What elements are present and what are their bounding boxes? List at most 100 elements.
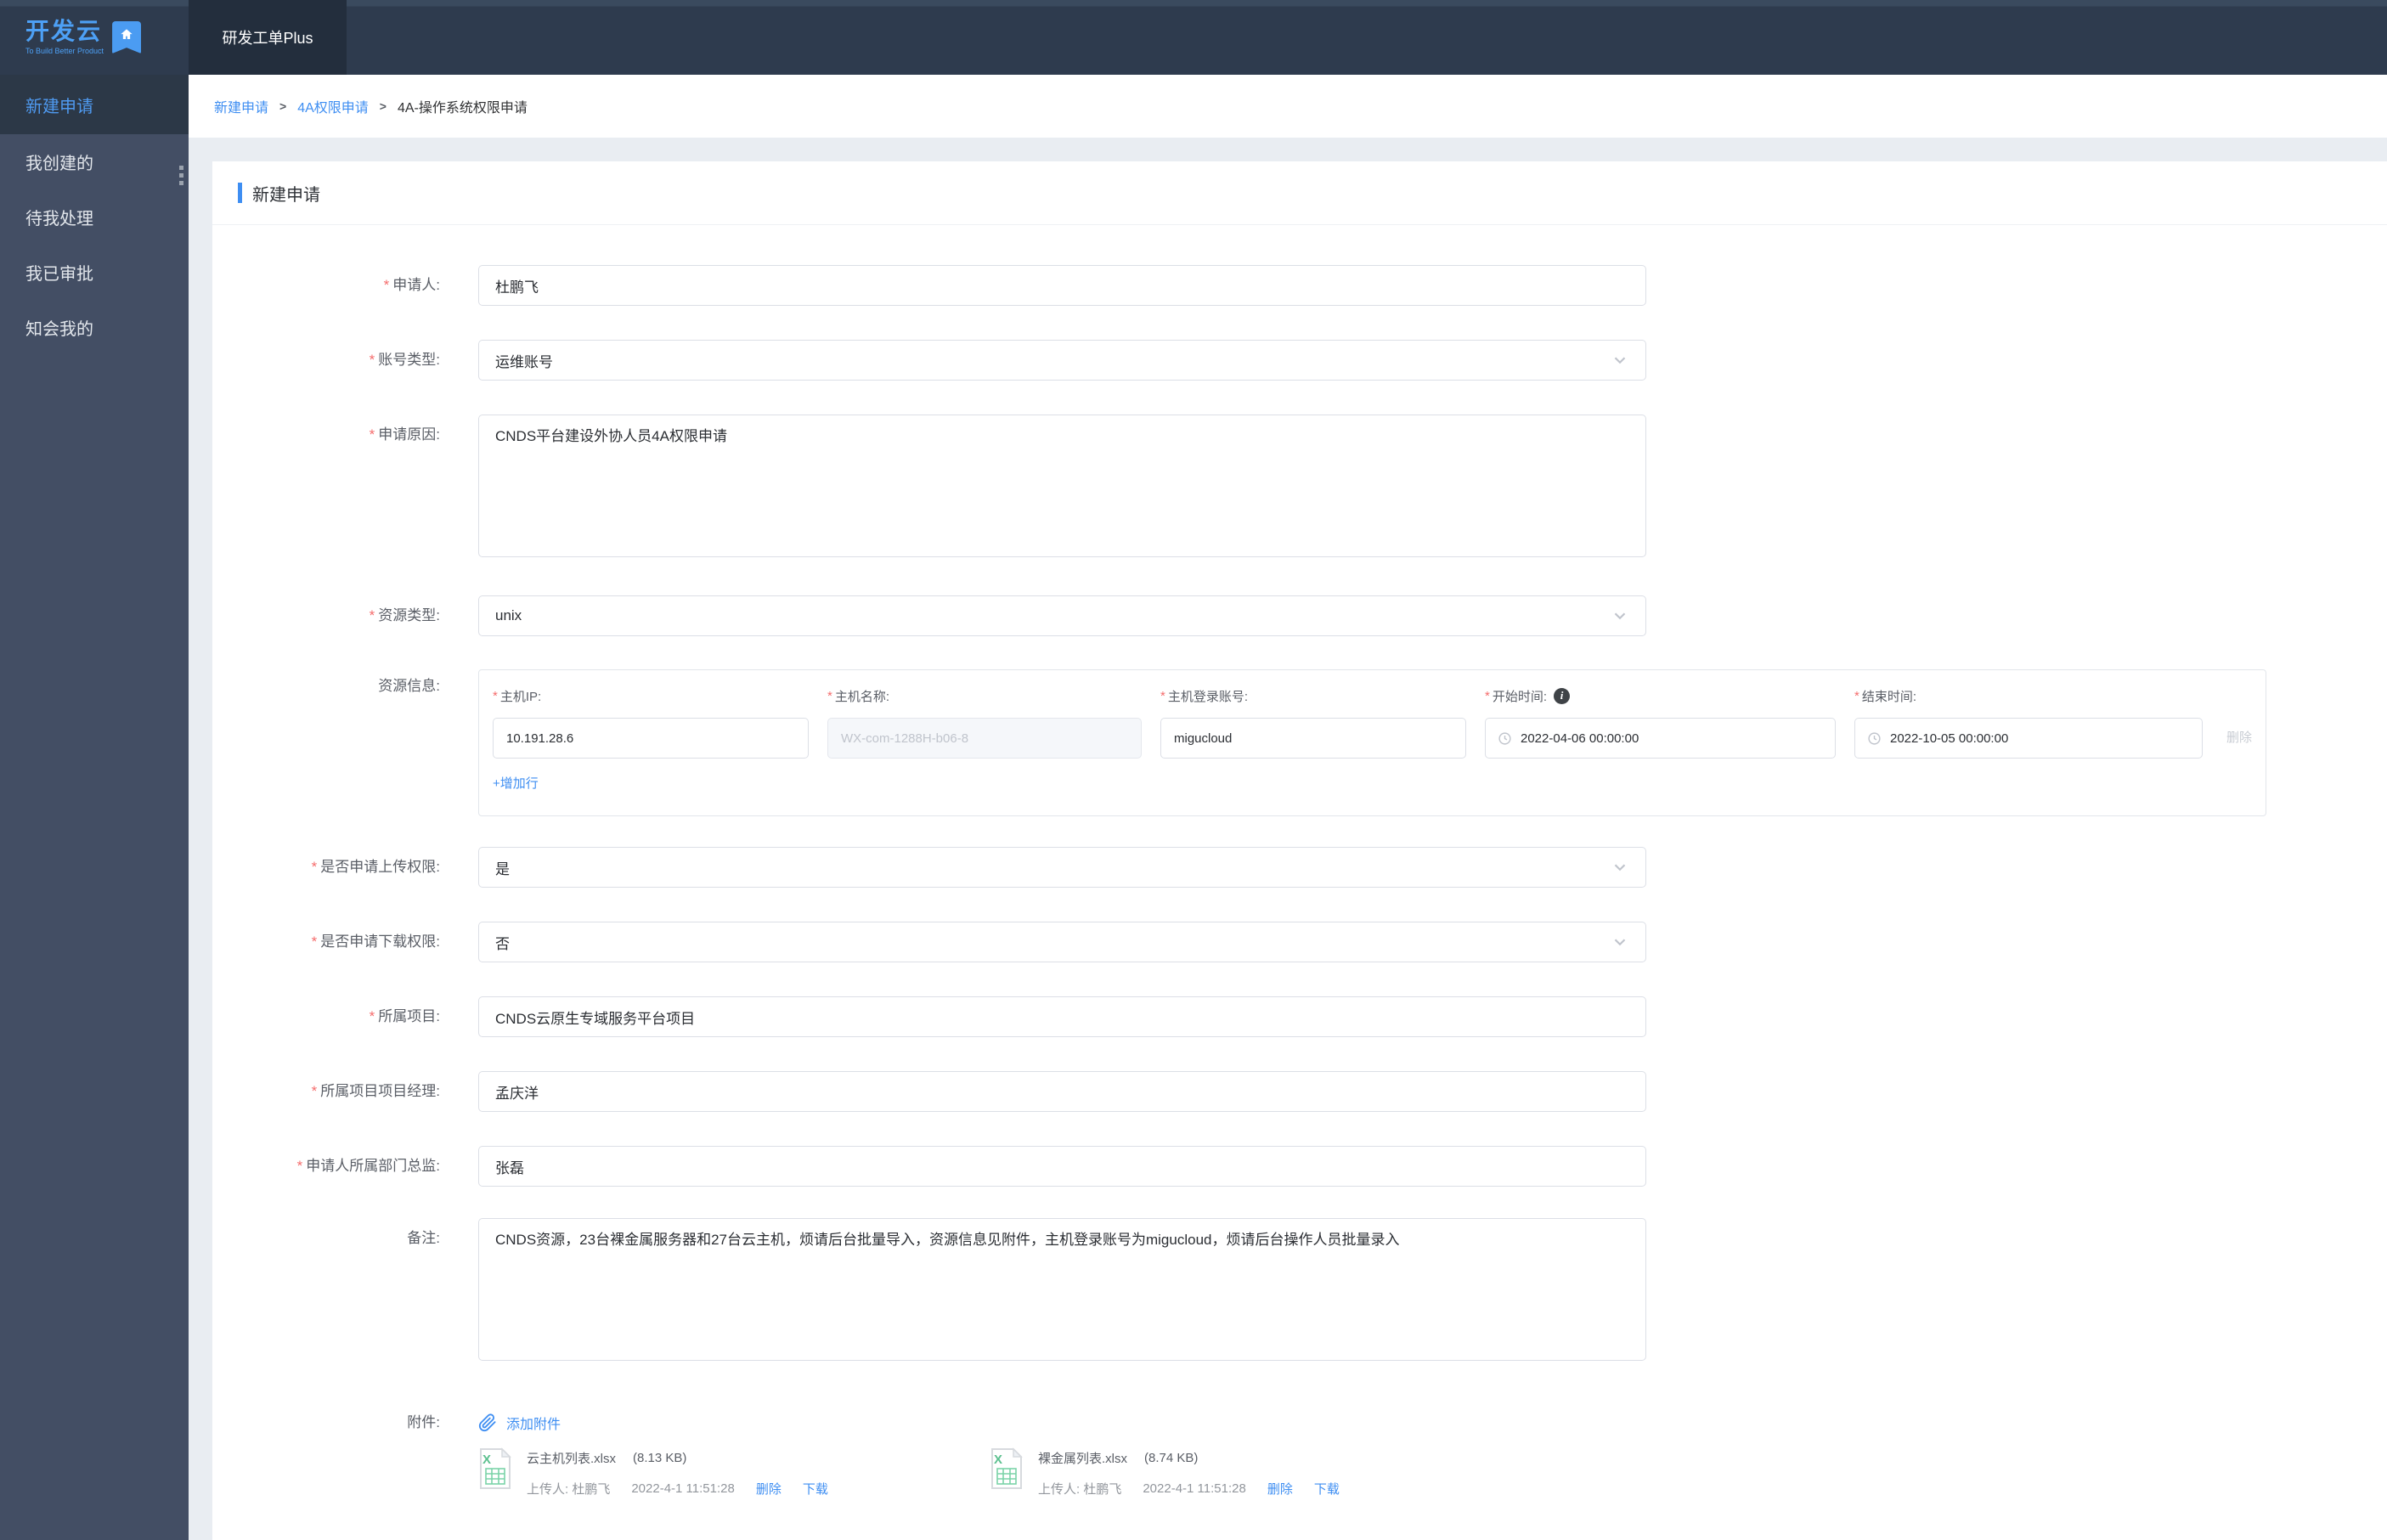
breadcrumb-link-new-application[interactable]: 新建申请 <box>214 96 268 116</box>
sidebar-item-new-application[interactable]: 新建申请 <box>0 75 189 134</box>
project-input[interactable] <box>478 996 1646 1037</box>
sidebar-item-label: 我创建的 <box>25 149 93 174</box>
login-account-input[interactable] <box>1160 718 1466 759</box>
sidebar: 新建申请 我创建的 待我处理 我已审批 知会我的 <box>0 75 189 1540</box>
end-time-label: *结束时间: <box>1854 687 2203 704</box>
host-ip-input[interactable] <box>493 718 809 759</box>
info-icon[interactable]: i <box>1554 688 1570 704</box>
form-card: 新建申请 *申请人: <box>212 161 2387 1540</box>
upload-permission-select[interactable]: 是 <box>478 847 1646 888</box>
row-department-director: *申请人所属部门总监: <box>212 1146 2387 1187</box>
required-mark: * <box>1485 689 1490 703</box>
svg-text:X: X <box>994 1453 1002 1467</box>
host-name-column: *主机名称: <box>827 687 1142 759</box>
required-mark: * <box>312 934 318 950</box>
host-ip-column: *主机IP: <box>493 687 809 759</box>
start-time-value: 2022-04-06 00:00:00 <box>1521 731 1639 746</box>
department-director-label: *申请人所属部门总监: <box>212 1146 478 1187</box>
attachment-file-name[interactable]: 裸金属列表.xlsx <box>1038 1449 1127 1467</box>
sidebar-item-label: 新建申请 <box>25 93 93 117</box>
sidebar-item-label: 我已审批 <box>25 260 93 285</box>
end-time-picker[interactable]: 2022-10-05 00:00:00 <box>1854 718 2203 759</box>
attachment-delete-link[interactable]: 删除 <box>756 1480 782 1498</box>
project-manager-input[interactable] <box>478 1071 1646 1112</box>
row-actions-column: 删除 <box>2221 687 2252 759</box>
download-permission-value: 否 <box>495 932 510 953</box>
remark-textarea[interactable]: CNDS资源，23台裸金属服务器和27台云主机，烦请后台批量导入，资源信息见附件… <box>478 1218 1646 1361</box>
attachments-label: 附件: <box>212 1412 478 1434</box>
tab-label: 研发工单Plus <box>222 26 313 48</box>
house-icon <box>118 26 135 43</box>
account-type-value: 运维账号 <box>495 350 553 371</box>
svg-text:X: X <box>482 1453 491 1467</box>
breadcrumb-current-page: 4A-操作系统权限申请 <box>398 96 528 116</box>
sidebar-item-approved-by-me[interactable]: 我已审批 <box>0 245 189 300</box>
tab-rd-workorder-plus[interactable]: 研发工单Plus <box>189 0 347 75</box>
resource-type-value: unix <box>495 607 522 624</box>
required-mark: * <box>493 689 498 703</box>
applicant-label: *申请人: <box>212 265 478 306</box>
attachment-upload-time: 2022-4-1 11:51:28 <box>1143 1481 1246 1496</box>
sidebar-resize-handle[interactable] <box>179 166 183 185</box>
applicant-input[interactable] <box>478 265 1646 306</box>
add-resource-row-link[interactable]: +增加行 <box>493 774 539 792</box>
resource-type-label: *资源类型: <box>212 595 478 636</box>
row-download-permission: *是否申请下载权限: 否 <box>212 922 2387 962</box>
attachment-delete-link[interactable]: 删除 <box>1267 1480 1293 1498</box>
sidebar-item-pending-for-me[interactable]: 待我处理 <box>0 189 189 245</box>
breadcrumb: 新建申请 > 4A权限申请 > 4A-操作系统权限申请 <box>189 75 2387 138</box>
required-mark: * <box>827 689 832 703</box>
end-time-column: *结束时间: 2022-10-05 00:00:00 <box>1854 687 2203 759</box>
required-mark: * <box>312 1083 318 1099</box>
resource-info-box: *主机IP: *主机名称: <box>478 669 2266 816</box>
reason-textarea[interactable]: CNDS平台建设外协人员4A权限申请 <box>478 415 1646 557</box>
resource-type-select[interactable]: unix <box>478 595 1646 636</box>
start-time-label: *开始时间: i <box>1485 687 1836 704</box>
brand-text-block: 开发云 To Build Better Product <box>25 20 104 55</box>
row-project: *所属项目: <box>212 996 2387 1037</box>
account-type-select[interactable]: 运维账号 <box>478 340 1646 381</box>
chevron-down-icon <box>1611 351 1629 369</box>
chevron-down-icon <box>1611 933 1629 951</box>
attachment-download-link[interactable]: 下载 <box>803 1480 828 1498</box>
page-title: 新建申请 <box>252 181 320 206</box>
row-reason: *申请原因: CNDS平台建设外协人员4A权限申请 <box>212 415 2387 561</box>
sidebar-item-cc-to-me[interactable]: 知会我的 <box>0 300 189 355</box>
required-mark: * <box>1160 689 1165 703</box>
sidebar-item-label: 知会我的 <box>25 315 93 340</box>
application-form: *申请人: *账号类型: <box>212 225 2387 1523</box>
attachment-uploader: 上传人: 杜鹏飞 <box>1038 1480 1121 1498</box>
login-account-column: *主机登录账号: <box>1160 687 1466 759</box>
department-director-input[interactable] <box>478 1146 1646 1187</box>
attachment-file-size: (8.74 KB) <box>1144 1451 1198 1465</box>
required-mark: * <box>1854 689 1859 703</box>
project-label: *所属项目: <box>212 996 478 1037</box>
brand-tagline: To Build Better Product <box>25 48 104 55</box>
host-ip-label: *主机IP: <box>493 687 809 704</box>
attachment-uploader: 上传人: 杜鹏飞 <box>527 1480 610 1498</box>
start-time-picker[interactable]: 2022-04-06 00:00:00 <box>1485 718 1836 759</box>
content-area: 新建申请 *申请人: <box>189 138 2387 1540</box>
download-permission-select[interactable]: 否 <box>478 922 1646 962</box>
breadcrumb-separator: > <box>279 99 286 113</box>
breadcrumb-link-4a-permission[interactable]: 4A权限申请 <box>297 96 369 116</box>
delete-resource-row-link[interactable]: 删除 <box>2226 718 2252 759</box>
required-mark: * <box>370 1008 375 1024</box>
login-account-label: *主机登录账号: <box>1160 687 1466 704</box>
clock-icon <box>1498 731 1512 746</box>
start-time-column: *开始时间: i 2022-04-06 00:00:00 <box>1485 687 1836 759</box>
app-window: 开发云 To Build Better Product 研发工单Plus 新建申… <box>0 0 2387 1540</box>
end-time-value: 2022-10-05 00:00:00 <box>1890 731 2008 746</box>
required-mark: * <box>312 859 318 875</box>
attachment-item: X 裸金属列表.xlsx <box>990 1447 1501 1498</box>
resource-info-label: 资源信息: <box>212 669 478 816</box>
sidebar-item-created-by-me[interactable]: 我创建的 <box>0 134 189 189</box>
required-mark: * <box>370 352 375 368</box>
add-attachment-link[interactable]: 添加附件 <box>506 1413 561 1433</box>
brand-logo[interactable]: 开发云 To Build Better Product <box>0 0 189 75</box>
required-mark: * <box>384 277 390 293</box>
page-body: 新建申请 我创建的 待我处理 我已审批 知会我的 新建申请 > 4A权限申请 > <box>0 75 2387 1540</box>
attachment-download-link[interactable]: 下载 <box>1314 1480 1340 1498</box>
chevron-down-icon <box>1611 858 1629 877</box>
attachment-file-name[interactable]: 云主机列表.xlsx <box>527 1449 616 1467</box>
